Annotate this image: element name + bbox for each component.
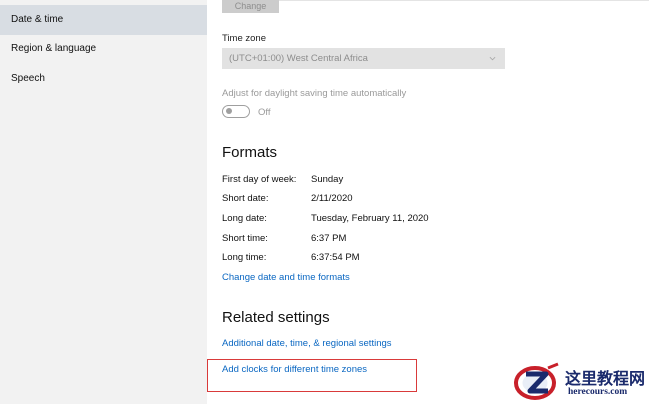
watermark-logo-icon <box>514 362 559 400</box>
format-row-value: Tuesday, February 11, 2020 <box>311 213 429 224</box>
dst-label: Adjust for daylight saving time automati… <box>222 88 407 99</box>
add-clocks-link[interactable]: Add clocks for different time zones <box>222 364 367 375</box>
sidebar: Date & time Region & language Speech <box>0 0 207 404</box>
change-formats-link[interactable]: Change date and time formats <box>222 272 350 283</box>
time-zone-value: (UTC+01:00) West Central Africa <box>229 53 368 64</box>
format-row-label: First day of week: <box>222 174 297 185</box>
time-zone-label: Time zone <box>222 33 266 44</box>
sidebar-item-date-time[interactable]: Date & time <box>0 5 207 35</box>
format-row-value: 2/11/2020 <box>311 193 353 204</box>
watermark: 这里教程网 herecours.com <box>508 360 655 404</box>
format-row-label: Short time: <box>222 233 268 244</box>
formats-heading: Formats <box>222 144 278 161</box>
dst-toggle-state: Off <box>258 107 271 118</box>
time-zone-select[interactable]: (UTC+01:00) West Central Africa <box>222 48 505 69</box>
format-row-label: Long time: <box>222 252 267 263</box>
divider <box>279 0 649 1</box>
chevron-down-icon <box>489 56 496 61</box>
format-row-label: Short date: <box>222 193 269 204</box>
watermark-title: 这里教程网 <box>565 369 646 388</box>
change-date-time-button[interactable]: Change <box>222 0 279 13</box>
format-row-label: Long date: <box>222 213 267 224</box>
sidebar-item-speech[interactable]: Speech <box>0 64 207 94</box>
format-row-value: 6:37 PM <box>311 233 347 244</box>
format-row-value: 6:37:54 PM <box>311 252 360 263</box>
sidebar-item-region-language[interactable]: Region & language <box>0 34 207 64</box>
format-row-value: Sunday <box>311 174 344 185</box>
related-settings-heading: Related settings <box>222 309 330 326</box>
main-panel: Change Time zone (UTC+01:00) West Centra… <box>207 0 655 404</box>
additional-settings-link[interactable]: Additional date, time, & regional settin… <box>222 338 392 349</box>
dst-toggle[interactable] <box>222 105 250 118</box>
toggle-knob <box>226 108 232 114</box>
watermark-domain: herecours.com <box>568 387 628 397</box>
